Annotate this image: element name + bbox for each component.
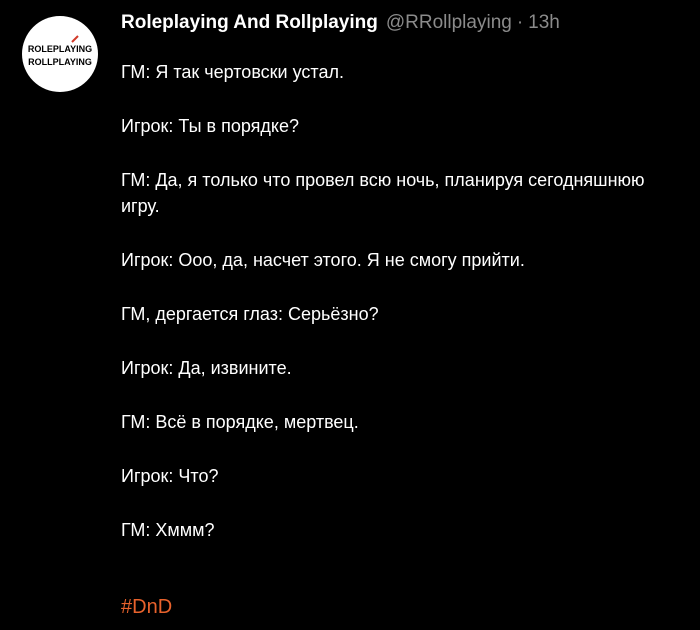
post-body: ГМ: Я так чертовски устал. Игрок: Ты в п… [121,59,681,571]
dialogue-line: Игрок: Да, извините. [121,358,292,378]
dialogue-line: ГМ: Я так чертовски устал. [121,62,344,82]
logo-text-top: ROLEPLAYING [28,44,92,54]
logo-text-bottom: ROLLPLAYING [28,57,92,67]
dialogue-line: Игрок: Ооо, да, насчет этого. Я не смогу… [121,250,525,270]
dialogue-line: ГМ, дергается глаз: Серьёзно? [121,304,379,324]
hashtag-link[interactable]: #DnD [121,596,172,619]
dialogue-line: Игрок: Что? [121,466,219,486]
post-timestamp[interactable]: 13h [528,12,560,34]
logo-icon: ROLEPLAYING ROLLPLAYING [28,35,92,67]
dialogue-line: ГМ: Да, я только что провел всю ночь, пл… [121,170,645,216]
logo-accent-mark [71,35,79,43]
dialogue-line: Игрок: Ты в порядке? [121,116,300,136]
author-display-name[interactable]: Roleplaying And Rollplaying [121,12,378,34]
post-header: Roleplaying And Rollplaying @RRollplayin… [121,12,690,34]
author-handle[interactable]: @RRollplaying [386,12,512,34]
avatar[interactable]: ROLEPLAYING ROLLPLAYING [22,16,98,92]
dialogue-line: ГМ: Хммм? [121,520,215,540]
header-separator: · [516,12,524,33]
dialogue-line: ГМ: Всё в порядке, мертвец. [121,412,359,432]
